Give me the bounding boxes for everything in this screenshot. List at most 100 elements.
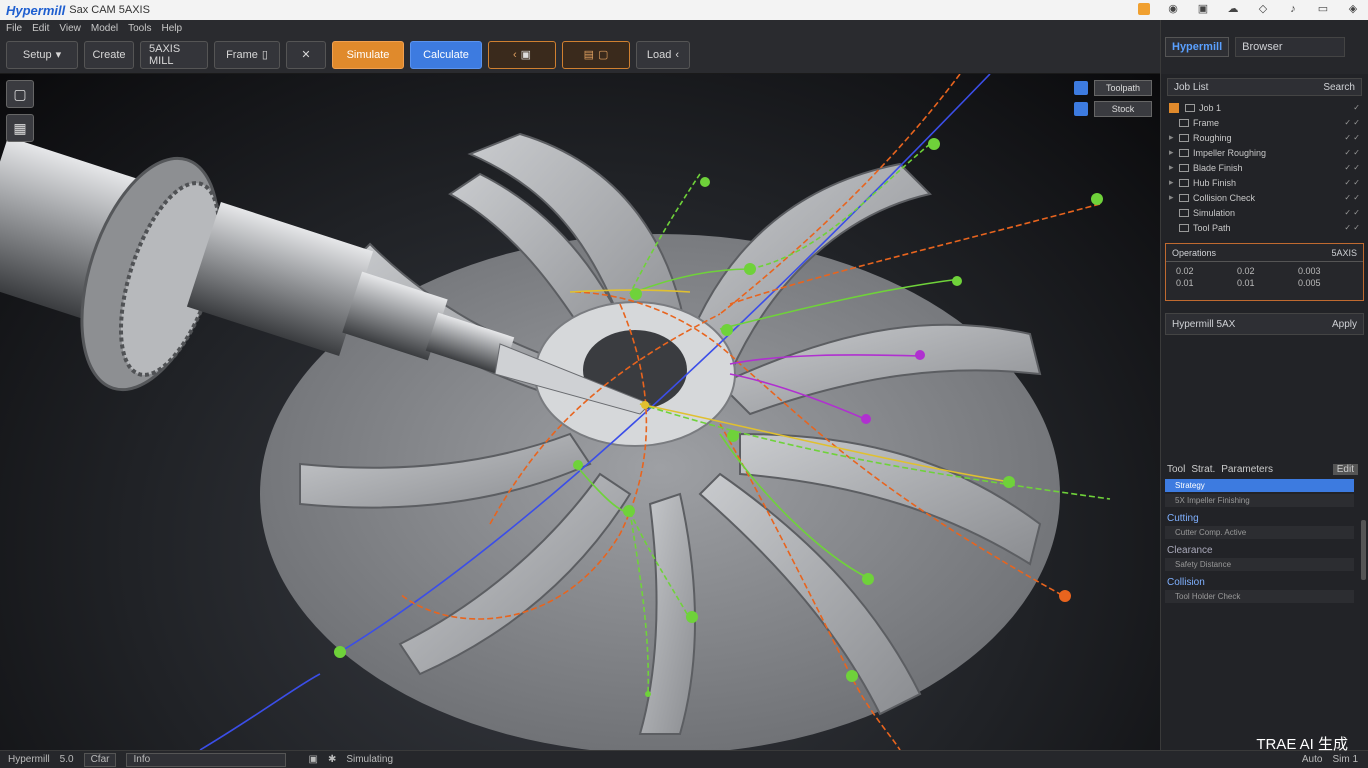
tree-item-check[interactable]: ✓	[1353, 103, 1360, 112]
tab-strategy[interactable]: Strat.	[1191, 464, 1215, 475]
bookmark-icon[interactable]: ▣	[1196, 2, 1210, 16]
job-button[interactable]: ▤ ▢	[562, 40, 630, 69]
ops-value: 0.005	[1298, 278, 1321, 288]
grid-icon: ▤	[583, 49, 594, 61]
title-bar: Hypermill Sax CAM 5AXIS ◉ ▣ ☁ ◇ ♪ ▭ ◈	[0, 0, 1368, 20]
tree-item-check[interactable]: ✓ ✓	[1344, 133, 1360, 142]
tree-item-label: Roughing	[1193, 132, 1232, 143]
tab-tool[interactable]: Tool	[1167, 464, 1185, 475]
setup-button[interactable]: Setup ▾	[6, 40, 78, 69]
tree-item-label: Frame	[1193, 117, 1220, 128]
legend-toolpath[interactable]: Toolpath	[1074, 80, 1152, 96]
status-right-2: Sim 1	[1332, 754, 1358, 765]
setup-button-label: Setup	[22, 48, 52, 61]
tree-item-check[interactable]: ✓ ✓	[1344, 223, 1360, 232]
operations-header: Operations 5AXIS	[1166, 244, 1363, 262]
panel-header: Hypermill Browser	[1161, 20, 1368, 74]
panel-scrollbar[interactable]	[1361, 520, 1366, 580]
tab-parameters[interactable]: Parameters	[1221, 464, 1273, 475]
tree-item[interactable]: ▸ Impeller Roughing ✓ ✓	[1161, 145, 1368, 160]
tree-item-label: Blade Finish	[1193, 162, 1243, 173]
operation-icon	[1179, 223, 1189, 232]
tree-item-label: Collision Check	[1193, 192, 1256, 203]
move-icon[interactable]: ✕	[286, 40, 326, 69]
app-subtitle: Sax CAM 5AXIS	[69, 4, 150, 16]
tool-button[interactable]: ‹ ▣	[488, 40, 556, 69]
file-icon[interactable]: ▭	[1316, 2, 1330, 16]
window-controls: ◉ ▣ ☁ ◇ ♪ ▭ ◈	[1138, 2, 1360, 16]
operation-icon	[1179, 148, 1189, 157]
chevron-left-icon: ‹	[512, 48, 517, 61]
view-cube-icon[interactable]: ▢	[6, 80, 34, 108]
tree-item[interactable]: Frame ✓ ✓	[1161, 115, 1368, 130]
status-right-1: Auto	[1301, 754, 1323, 765]
menu-item-edit[interactable]: Edit	[32, 23, 49, 34]
load-button[interactable]: Load ‹	[636, 40, 690, 69]
tree-item[interactable]: ▸ Roughing ✓ ✓	[1161, 130, 1368, 145]
operation-icon	[1179, 163, 1189, 172]
tree-item[interactable]: ▸ Collision Check ✓ ✓	[1161, 190, 1368, 205]
app-icon[interactable]	[1138, 3, 1150, 15]
user-icon[interactable]: ◉	[1166, 2, 1180, 16]
tree-item[interactable]: Tool Path ✓ ✓	[1161, 220, 1368, 235]
strategy-section-label: Hypermill 5AX	[1172, 318, 1236, 330]
property-row-selected[interactable]: Strategy	[1165, 479, 1354, 492]
tree-item-check[interactable]: ✓ ✓	[1344, 178, 1360, 187]
property-row[interactable]: Tool Holder Check	[1165, 590, 1354, 603]
menu-item-model[interactable]: Model	[91, 23, 118, 34]
ops-value: 0.02	[1237, 266, 1255, 276]
settings-icon[interactable]: ◈	[1346, 2, 1360, 16]
status-mode[interactable]: Cfar	[83, 752, 117, 767]
tree-item-check[interactable]: ✓ ✓	[1344, 193, 1360, 202]
apply-button[interactable]: Apply	[1332, 319, 1357, 330]
tree-item-label: Simulation	[1193, 207, 1236, 218]
job-list-header[interactable]: Job List Search	[1167, 78, 1362, 96]
simulate-button[interactable]: Simulate	[332, 40, 404, 69]
calculate-button[interactable]: Calculate	[410, 40, 482, 69]
tree-item-check[interactable]: ✓ ✓	[1344, 163, 1360, 172]
legend-stock[interactable]: Stock	[1074, 101, 1152, 117]
bell-icon[interactable]: ♪	[1286, 2, 1300, 16]
frame-button[interactable]: Frame ▯	[214, 40, 280, 69]
legend-stock-swatch	[1074, 102, 1088, 116]
tree-item[interactable]: Simulation ✓ ✓	[1161, 205, 1368, 220]
property-row[interactable]: Safety Distance	[1165, 558, 1354, 571]
chevron-right-icon: ▸	[1169, 162, 1174, 172]
tree-item-check[interactable]: ✓ ✓	[1344, 118, 1360, 127]
tab-hypermill[interactable]: Hypermill	[1165, 37, 1230, 57]
create-button[interactable]: Create	[84, 40, 134, 69]
tab-browser[interactable]: Browser	[1235, 37, 1346, 57]
tree-item-label: Hub Finish	[1193, 177, 1237, 188]
ops-value: 0.01	[1237, 278, 1255, 288]
impeller-scene	[0, 74, 1111, 750]
model-view-icon[interactable]: ▦	[6, 114, 34, 142]
layers-icon[interactable]: ◇	[1256, 2, 1270, 16]
property-tabs: Tool Strat. Parameters Edit	[1161, 461, 1368, 477]
mill-button[interactable]: 5AXIS MILL	[140, 40, 208, 69]
menu-item-tools[interactable]: Tools	[128, 23, 151, 34]
strategy-section[interactable]: Hypermill 5AX Apply	[1165, 313, 1364, 335]
job-list-search[interactable]: Search	[1323, 82, 1355, 93]
tool-icon: ▣	[520, 49, 532, 61]
tree-item-check[interactable]: ✓ ✓	[1344, 208, 1360, 217]
operation-icon	[1179, 193, 1189, 202]
cloud-icon[interactable]: ☁	[1226, 2, 1240, 16]
menu-item-view[interactable]: View	[59, 23, 81, 34]
property-row[interactable]: Cutter Comp. Active	[1165, 526, 1354, 539]
status-file-icon[interactable]: ▣	[308, 754, 317, 765]
status-field[interactable]: Info	[126, 752, 287, 767]
tree-item[interactable]: ▸ Hub Finish ✓ ✓	[1161, 175, 1368, 190]
3d-viewport[interactable]: ▢ ▦ Toolpath Stock	[0, 74, 1160, 750]
tree-item[interactable]: ▸ Blade Finish ✓ ✓	[1161, 160, 1368, 175]
menu-item-file[interactable]: File	[6, 23, 22, 34]
chevron-right-icon: ‹	[675, 48, 680, 61]
frame-icon: ▯	[261, 49, 268, 61]
operations-mode[interactable]: 5AXIS	[1331, 248, 1357, 258]
tree-item[interactable]: Job 1 ✓	[1161, 100, 1368, 115]
tab-edit[interactable]: Edit	[1332, 463, 1358, 475]
job-color-icon	[1169, 102, 1179, 113]
property-row[interactable]: 5X Impeller Finishing	[1165, 494, 1354, 507]
tree-item-check[interactable]: ✓ ✓	[1344, 148, 1360, 157]
status-settings-icon[interactable]: ✱	[328, 754, 336, 765]
menu-item-help[interactable]: Help	[161, 23, 182, 34]
